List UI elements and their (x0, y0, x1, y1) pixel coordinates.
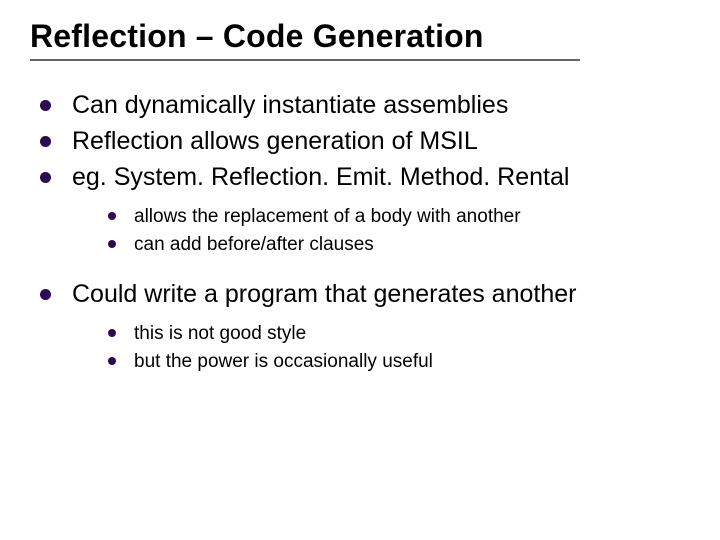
sub-bullet-text: can add before/after clauses (134, 232, 690, 258)
sub-bullet-item: but the power is occasionally useful (108, 349, 690, 375)
bullet-icon (108, 349, 134, 365)
sub-bullet-item: can add before/after clauses (108, 232, 690, 258)
bullet-icon (34, 89, 72, 111)
sub-bullet-text: allows the replacement of a body with an… (134, 204, 690, 230)
bullet-item: Reflection allows generation of MSIL (34, 125, 690, 159)
bullet-icon (108, 204, 134, 220)
bullet-text: Could write a program that generates ano… (72, 278, 690, 312)
bullet-text: Can dynamically instantiate assemblies (72, 89, 690, 123)
slide-title: Reflection – Code Generation (30, 18, 690, 55)
bullet-item: eg. System. Reflection. Emit. Method. Re… (34, 161, 690, 195)
bullet-icon (34, 278, 72, 300)
bullet-item: Could write a program that generates ano… (34, 278, 690, 312)
sub-bullet-list: this is not good style but the power is … (108, 321, 690, 374)
slide-body: Can dynamically instantiate assemblies R… (30, 89, 690, 375)
title-underline (30, 59, 580, 61)
bullet-text: eg. System. Reflection. Emit. Method. Re… (72, 161, 690, 195)
sub-bullet-text: but the power is occasionally useful (134, 349, 690, 375)
sub-bullet-item: allows the replacement of a body with an… (108, 204, 690, 230)
bullet-item: Can dynamically instantiate assemblies (34, 89, 690, 123)
sub-bullet-list: allows the replacement of a body with an… (108, 204, 690, 257)
bullet-icon (34, 125, 72, 147)
sub-bullet-item: this is not good style (108, 321, 690, 347)
bullet-icon (108, 321, 134, 337)
sub-bullet-text: this is not good style (134, 321, 690, 347)
bullet-icon (108, 232, 134, 248)
bullet-icon (34, 161, 72, 183)
bullet-text: Reflection allows generation of MSIL (72, 125, 690, 159)
